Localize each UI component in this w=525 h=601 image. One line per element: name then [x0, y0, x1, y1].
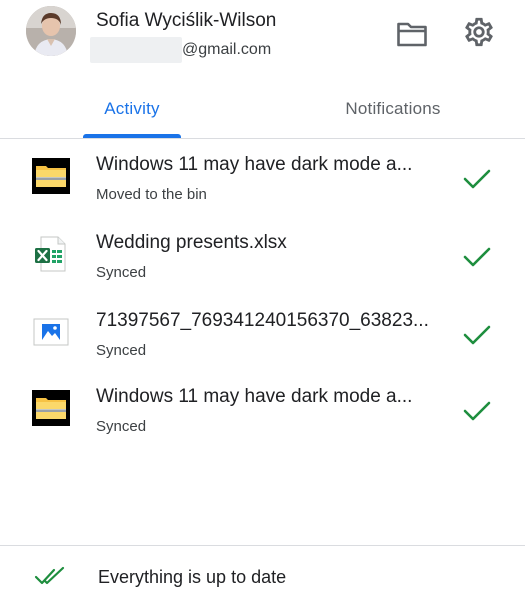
account-name: Sofia Wyciślik-Wilson	[96, 10, 277, 31]
sync-status-text: Everything is up to date	[98, 567, 287, 587]
item-title: Windows 11 may have dark mode a...	[96, 386, 413, 407]
open-folder-button[interactable]	[392, 14, 432, 54]
avatar[interactable]	[26, 6, 76, 56]
item-status: Synced	[96, 264, 147, 281]
email-redaction	[90, 37, 182, 63]
active-tab-indicator	[83, 134, 181, 138]
image-file-icon	[33, 318, 69, 346]
account-email: @gmail.com	[90, 37, 271, 63]
zip-folder-icon	[32, 158, 70, 194]
list-item[interactable]: Windows 11 may have dark mode a... Moved…	[0, 148, 525, 222]
item-status: Synced	[96, 342, 147, 359]
item-title: Windows 11 may have dark mode a...	[96, 154, 413, 175]
item-title: Wedding presents.xlsx	[96, 232, 287, 253]
double-check-icon	[34, 566, 65, 585]
gear-icon	[465, 17, 493, 47]
folder-icon	[397, 22, 427, 47]
check-icon	[463, 401, 491, 421]
tab-notifications[interactable]: Notifications	[318, 80, 468, 138]
sync-status-bar: Everything is up to date	[0, 545, 525, 601]
account-header: Sofia Wyciślik-Wilson @gmail.com	[0, 0, 525, 80]
zip-folder-icon	[32, 390, 70, 426]
list-item[interactable]: Wedding presents.xlsx Synced	[0, 226, 525, 300]
excel-file-icon	[35, 236, 66, 272]
check-icon	[463, 247, 491, 267]
check-icon	[463, 169, 491, 189]
item-title: 71397567_769341240156370_63823...	[96, 310, 429, 331]
tab-activity[interactable]: Activity	[83, 80, 181, 138]
item-status: Moved to the bin	[96, 186, 207, 203]
settings-button[interactable]	[459, 12, 499, 52]
check-icon	[463, 325, 491, 345]
email-domain: @gmail.com	[182, 41, 272, 58]
list-item[interactable]: 71397567_769341240156370_63823... Synced	[0, 304, 525, 378]
tab-bar: Activity Notifications	[0, 80, 525, 139]
item-status: Synced	[96, 418, 147, 435]
list-item[interactable]: Windows 11 may have dark mode a... Synce…	[0, 380, 525, 454]
